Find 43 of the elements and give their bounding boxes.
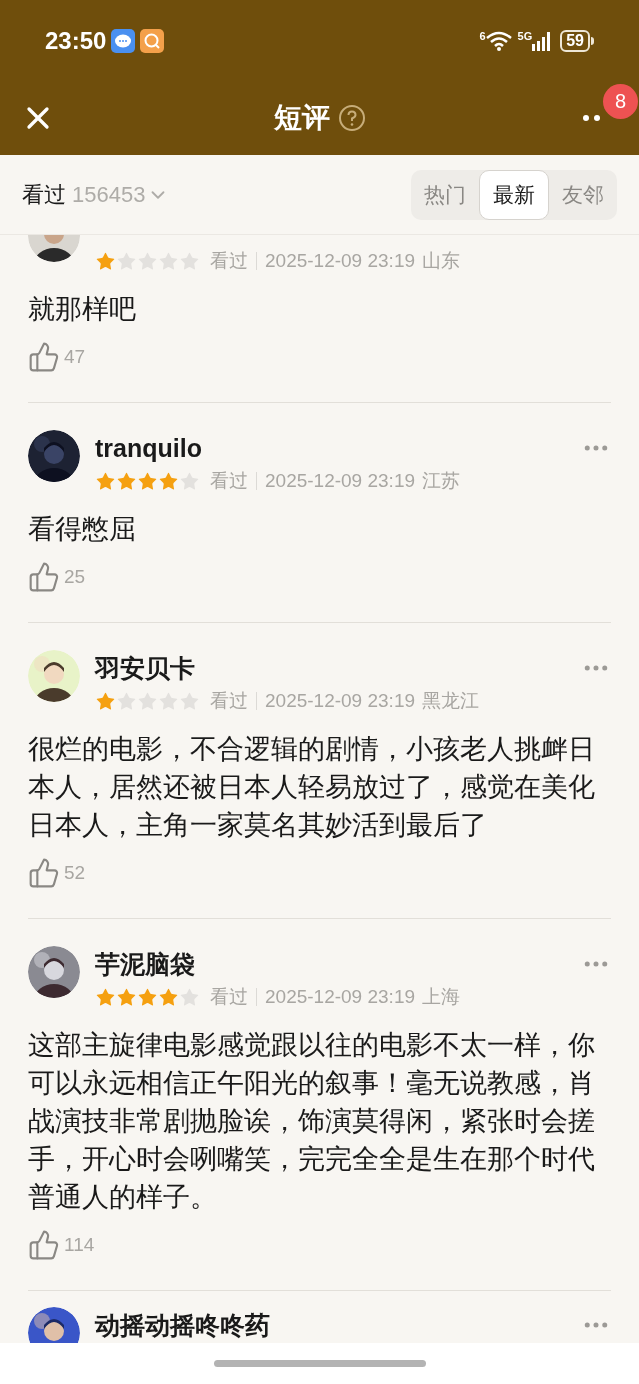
watched-label: 看过 [210, 688, 248, 713]
review-time: 2025-12-09 23:19 [265, 688, 415, 713]
review-time: 2025-12-09 23:19 [265, 984, 415, 1009]
like-count: 114 [64, 1232, 95, 1257]
chat-app-icon [111, 29, 136, 53]
username[interactable]: 羽安贝卡 [95, 650, 195, 686]
username[interactable]: tranquilo [95, 430, 202, 466]
review-text: 就那样吧 [28, 293, 137, 326]
watched-label: 看过 [210, 248, 248, 273]
app-icon [140, 29, 165, 53]
review-text: 这部主旋律电影感觉跟以往的电影不太一样，你可以永远相信正午阳光的叙事！毫无说教感，肖战演技非常剧抛脸诶，饰演莫得闲，紧张时会搓手，开心时会咧嘴笑，完完全全是生在那个时代普通人的样子。 [28, 1029, 596, 1214]
review-text: 看得憋屈 [28, 513, 137, 546]
review-time: 2025-12-09 23:19 [265, 468, 415, 493]
signal-icon [532, 31, 553, 51]
review-location: 江苏 [422, 468, 460, 493]
battery-indicator: 59 [560, 30, 590, 52]
review-location: 黑龙江 [422, 688, 479, 713]
network-label: 5G [517, 29, 533, 44]
sort-tab[interactable]: 最新 [479, 169, 549, 220]
username[interactable]: 动摇动摇咚咚药 [95, 1307, 270, 1343]
like-icon[interactable] [28, 561, 60, 593]
review-location: 上海 [422, 984, 460, 1009]
help-icon[interactable] [337, 103, 366, 132]
wifi-icon [485, 31, 512, 51]
clock: 23:50 [45, 26, 107, 56]
watched-label: 看过 [210, 984, 248, 1009]
like-count: 52 [64, 860, 86, 885]
like-count: 47 [64, 344, 86, 369]
like-icon[interactable] [28, 1229, 60, 1261]
watched-count: 156453 [72, 181, 146, 209]
like-icon[interactable] [28, 341, 60, 373]
username[interactable]: 芋泥脑袋 [95, 946, 195, 982]
more-icon[interactable] [583, 114, 603, 121]
watched-label: 看过 [210, 468, 248, 493]
review-location: 山东 [422, 248, 460, 273]
filter-label[interactable]: 看过 [22, 178, 66, 211]
review-text: 很烂的电影，不合逻辑的剧情，小孩老人挑衅日本人，居然还被日本人轻易放过了，感觉在美化日本人，主角一家莫名其妙活到最后了 [28, 733, 596, 842]
notification-badge: 8 [603, 83, 638, 119]
like-count: 25 [64, 564, 86, 589]
review-time: 2025-12-09 23:19 [265, 248, 415, 273]
like-icon[interactable] [28, 857, 60, 889]
page-title: 短评 [273, 100, 330, 135]
wifi-label: 6 [479, 29, 486, 44]
